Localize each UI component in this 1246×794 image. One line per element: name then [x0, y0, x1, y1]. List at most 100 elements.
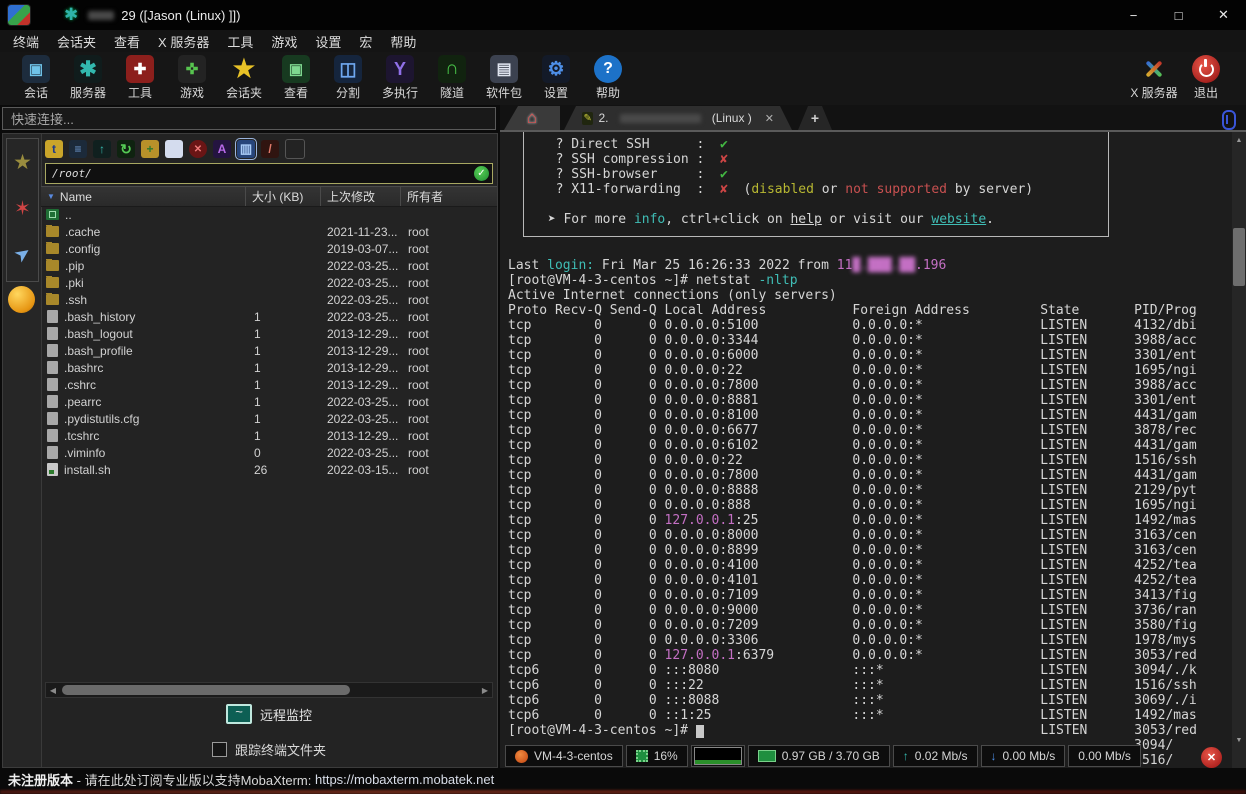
file-row[interactable]: .pydistutils.cfg12022-03-25...root	[41, 410, 497, 427]
file-row[interactable]: .bash_history12022-03-25...root	[41, 308, 497, 325]
status-host: VM-4-3-centos	[505, 745, 623, 767]
column-header-0[interactable]: ▼Name	[41, 187, 246, 206]
menu-item-5[interactable]: 游戏	[262, 30, 306, 53]
column-header-3[interactable]: 所有者	[401, 187, 497, 206]
file-row[interactable]: .bash_profile12013-12-29...root	[41, 342, 497, 359]
terminal[interactable]: ? Direct SSH : ✔ ? SSH compression : ✘ ?…	[500, 132, 1246, 768]
toolbar-settings-button[interactable]: ⚙设置	[530, 52, 582, 101]
favorites-star-button[interactable]: ★	[7, 139, 38, 185]
download-folder-icon[interactable]: t	[45, 140, 63, 158]
hscrollbar-thumb[interactable]	[62, 685, 350, 695]
maximize-button[interactable]: □	[1156, 0, 1201, 30]
menu-item-4[interactable]: 工具	[218, 30, 262, 53]
quick-connect-input[interactable]: 快速连接...	[2, 107, 496, 130]
sftp-ball-icon[interactable]	[8, 286, 35, 313]
scroll-right-button[interactable]: ▶	[478, 683, 492, 697]
refresh-icon[interactable]: ↻	[117, 140, 135, 158]
toolbar-sessions-label: 会话夹	[226, 84, 262, 101]
new-tab-button[interactable]: +	[798, 106, 832, 130]
file-row[interactable]: .cshrc12013-12-29...root	[41, 376, 497, 393]
path-go-button[interactable]: ✓	[474, 166, 489, 181]
column-header-1[interactable]: 大小 (KB)	[246, 187, 321, 206]
toolbar-tools-label: 工具	[128, 84, 152, 101]
path-input[interactable]: /root/	[46, 167, 474, 180]
file-row[interactable]: install.sh262022-03-15...root	[41, 461, 497, 478]
toolbar-multiexec-button[interactable]: Y多执行	[374, 52, 426, 101]
toolbar-session-button[interactable]: ▣会话	[10, 52, 62, 101]
toolbar-servers-button[interactable]: ✱服务器	[62, 52, 114, 101]
folder-icon	[46, 260, 59, 271]
follow-terminal-folder-checkbox[interactable]: 跟踪终端文件夹	[41, 738, 497, 760]
scroll-up-button[interactable]: ▲	[1232, 133, 1246, 147]
toolbar-packages-button[interactable]: ▤软件包	[478, 52, 530, 101]
ram-value: 0.97 GB / 3.70 GB	[782, 749, 880, 763]
scroll-left-button[interactable]: ◀	[46, 683, 60, 697]
toolbar-exit-button[interactable]: 退出	[1180, 52, 1232, 101]
file-row[interactable]: .tcshrc12013-12-29...root	[41, 427, 497, 444]
new-file-icon[interactable]	[165, 140, 183, 158]
macros-plane-button[interactable]: ➤	[7, 231, 38, 277]
file-icon	[47, 429, 58, 442]
toolbar-split-button[interactable]: ◫分割	[322, 52, 374, 101]
terminal-close-button[interactable]: ✕	[1201, 747, 1222, 768]
scrollbar-thumb[interactable]	[1233, 228, 1245, 286]
terminal-line: tcp 0 0 0.0.0.0:6102 0.0.0.0:* LISTEN 44…	[508, 438, 1197, 453]
menu-item-7[interactable]: 宏	[350, 30, 381, 53]
horizontal-scrollbar[interactable]: ◀ ▶	[45, 682, 493, 698]
toolbar-games-button[interactable]: ✜游戏	[166, 52, 218, 101]
column-header-2[interactable]: 上次修改	[321, 187, 401, 206]
checkbox-icon[interactable]	[212, 742, 227, 757]
file-row[interactable]: .bashrc12013-12-29...root	[41, 359, 497, 376]
menu-item-0[interactable]: 终端	[4, 30, 48, 53]
terminal-line: tcp 0 0 127.0.0.1:25 0.0.0.0:* LISTEN 14…	[508, 513, 1197, 528]
delete-icon[interactable]: ✕	[189, 140, 207, 158]
toolbar-tools-button[interactable]: ✚工具	[114, 52, 166, 101]
file-row[interactable]: .config2019-03-07...root	[41, 240, 497, 257]
frame-icon[interactable]	[285, 139, 305, 159]
tab-session-2[interactable]: ✎ 2. (Linux ) ✕	[564, 106, 792, 130]
file-row[interactable]: .viminfo02022-03-25...root	[41, 444, 497, 461]
rename-icon[interactable]: A	[213, 140, 231, 158]
close-button[interactable]: ✕	[1201, 0, 1246, 30]
file-row[interactable]: .ssh2022-03-25...root	[41, 291, 497, 308]
menu-item-6[interactable]: 设置	[306, 30, 350, 53]
terminal-line: tcp 0 0 0.0.0.0:6677 0.0.0.0:* LISTEN 38…	[508, 423, 1197, 438]
file-row[interactable]: .pip2022-03-25...root	[41, 257, 497, 274]
toolbar-session-label: 会话	[24, 84, 48, 101]
menu-item-3[interactable]: X 服务器	[149, 30, 218, 53]
tab-close-icon[interactable]: ✕	[765, 112, 774, 125]
terminal-scrollbar[interactable]: ▲ ▼	[1232, 132, 1246, 768]
menu-item-2[interactable]: 查看	[105, 30, 149, 53]
remote-monitoring-button[interactable]: ~ 远程监控	[41, 701, 497, 727]
scroll-down-button[interactable]: ▼	[1232, 733, 1246, 747]
split-icon: ◫	[334, 55, 362, 83]
toolbar-tunnel-button[interactable]: ∩隧道	[426, 52, 478, 101]
upload-icon[interactable]: ↑	[93, 140, 111, 158]
terminal-line: tcp 0 0 0.0.0.0:8899 0.0.0.0:* LISTEN 31…	[508, 543, 1197, 558]
upload-slot-icon[interactable]: ≡	[69, 140, 87, 158]
tools-knife-button[interactable]: ✶	[7, 185, 38, 231]
paperclip-icon[interactable]	[1222, 110, 1236, 130]
footer-text: - 请在此处订阅专业版以支持MobaXterm:	[73, 770, 315, 789]
file-row[interactable]: .bash_logout12013-12-29...root	[41, 325, 497, 342]
toolbar-sessions-button[interactable]: ★会话夹	[218, 52, 270, 101]
toolbar-help-button[interactable]: ?帮助	[582, 52, 634, 101]
toolbar-xserver-button[interactable]: X 服务器	[1128, 52, 1180, 101]
file-row[interactable]: ..	[41, 206, 497, 223]
tab-home[interactable]: ⌂	[504, 106, 560, 130]
menu-item-1[interactable]: 会话夹	[48, 30, 105, 53]
file-row[interactable]: .pearrc12022-03-25...root	[41, 393, 497, 410]
minimize-button[interactable]: −	[1111, 0, 1156, 30]
ssh-session-icon: ✎	[582, 112, 593, 125]
toolbar-view-button[interactable]: ▣查看	[270, 52, 322, 101]
cpu-graph-icon	[694, 747, 742, 765]
terminal-line: tcp 0 0 0.0.0.0:888 0.0.0.0:* LISTEN 169…	[508, 498, 1197, 513]
tools-icon: ✚	[126, 55, 154, 83]
file-row[interactable]: .cache2021-11-23...root	[41, 223, 497, 240]
footer-link[interactable]: https://mobaxterm.mobatek.net	[315, 772, 494, 787]
magic-wand-icon[interactable]: /	[261, 140, 279, 158]
menu-item-8[interactable]: 帮助	[381, 30, 425, 53]
split-view-icon[interactable]: ▥	[237, 140, 255, 158]
new-folder-icon[interactable]: +	[141, 140, 159, 158]
file-row[interactable]: .pki2022-03-25...root	[41, 274, 497, 291]
